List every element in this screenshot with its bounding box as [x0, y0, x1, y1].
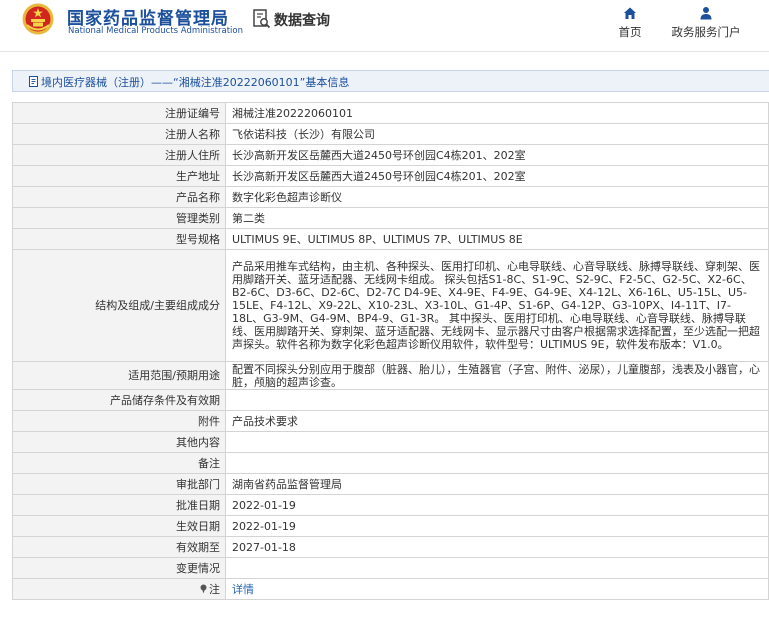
pin-icon	[200, 584, 207, 593]
field-label: 生产地址	[12, 165, 226, 187]
field-label: 管理类别	[12, 207, 226, 229]
field-value	[225, 431, 769, 453]
national-emblem-icon	[22, 3, 54, 35]
field-value: 2022-01-19	[225, 494, 769, 516]
field-label: 变更情况	[12, 557, 226, 579]
nav-home-link[interactable]: 首页	[612, 6, 648, 40]
detail-row: 注册人名称 飞依诺科技（长沙）有限公司	[12, 123, 769, 145]
field-value: 数字化彩色超声诊断仪	[225, 186, 769, 208]
field-label: 注	[209, 582, 220, 596]
field-value: ULTIMUS 9E、ULTIMUS 8P、ULTIMUS 7P、ULTIMUS…	[225, 228, 769, 250]
field-label: 结构及组成/主要组成成分	[12, 249, 226, 362]
detail-row: 生产地址 长沙高新开发区岳麓西大道2450号环创园C4栋201、202室	[12, 165, 769, 187]
field-value: 湖南省药品监督管理局	[225, 473, 769, 495]
field-value	[225, 389, 769, 411]
field-label: 产品储存条件及有效期	[12, 389, 226, 411]
data-query-icon	[253, 9, 271, 29]
detail-row: 注册人住所 长沙高新开发区岳麓西大道2450号环创园C4栋201、202室	[12, 144, 769, 166]
detail-row: 备注	[12, 452, 769, 474]
detail-row: 其他内容	[12, 431, 769, 453]
field-label: 适用范围/预期用途	[12, 361, 226, 390]
nav-home-label: 首页	[618, 25, 642, 39]
data-query-label: 数据查询	[274, 13, 330, 29]
detail-row: 批准日期 2022-01-19	[12, 494, 769, 516]
field-value: 配置不同探头分别应用于腹部（脏器、胎儿），生殖器官（子宫、附件、泌尿），儿童腹部…	[225, 361, 769, 390]
user-icon	[700, 7, 712, 20]
field-label: 有效期至	[12, 536, 226, 558]
field-label: 型号规格	[12, 228, 226, 250]
detail-row: 注册证编号 湘械注准20222060101	[12, 102, 769, 124]
field-label: 注册人住所	[12, 144, 226, 166]
field-label: 产品名称	[12, 186, 226, 208]
field-value: 长沙高新开发区岳麓西大道2450号环创园C4栋201、202室	[225, 144, 769, 166]
detail-row: 适用范围/预期用途 配置不同探头分别应用于腹部（脏器、胎儿），生殖器官（子宫、附…	[12, 361, 769, 390]
field-value: 2022-01-19	[225, 515, 769, 537]
detail-row: 有效期至 2027-01-18	[12, 536, 769, 558]
field-value: 第二类	[225, 207, 769, 229]
field-value: 2027-01-18	[225, 536, 769, 558]
field-value	[225, 452, 769, 474]
breadcrumb-text: 境内医疗器械（注册）——“湘械注准20222060101”基本信息	[41, 76, 350, 89]
breadcrumb: 境内医疗器械（注册）——“湘械注准20222060101”基本信息	[12, 70, 769, 92]
detail-row: 产品名称 数字化彩色超声诊断仪	[12, 186, 769, 208]
field-label: 批准日期	[12, 494, 226, 516]
detail-row: 注 详情	[12, 578, 769, 600]
site-header: 国家药品监督管理局 National Medical Products Admi…	[0, 0, 769, 52]
field-value: 产品技术要求	[225, 410, 769, 432]
detail-row: 变更情况	[12, 557, 769, 579]
detail-row: 管理类别 第二类	[12, 207, 769, 229]
field-value: 产品采用推车式结构，由主机、各种探头、医用打印机、心电导联线、心音导联线、脉搏导…	[225, 249, 769, 362]
field-label: 生效日期	[12, 515, 226, 537]
detail-row: 型号规格 ULTIMUS 9E、ULTIMUS 8P、ULTIMUS 7P、UL…	[12, 228, 769, 250]
field-label: 注册人名称	[12, 123, 226, 145]
detail-row: 结构及组成/主要组成成分 产品采用推车式结构，由主机、各种探头、医用打印机、心电…	[12, 249, 769, 362]
field-value: 长沙高新开发区岳麓西大道2450号环创园C4栋201、202室	[225, 165, 769, 187]
detail-row: 附件 产品技术要求	[12, 410, 769, 432]
field-label: 注册证编号	[12, 102, 226, 124]
field-value	[225, 557, 769, 579]
field-label: 审批部门	[12, 473, 226, 495]
detail-row: 产品储存条件及有效期	[12, 389, 769, 411]
field-value-cell: 详情	[225, 578, 769, 600]
registration-detail-table: 注册证编号 湘械注准20222060101 注册人名称 飞依诺科技（长沙）有限公…	[12, 102, 769, 600]
home-icon	[624, 7, 636, 19]
nav-service-portal-label: 政务服务门户	[671, 25, 741, 39]
details-link[interactable]: 详情	[232, 583, 254, 596]
note-label-cell: 注	[12, 578, 226, 600]
detail-row: 生效日期 2022-01-19	[12, 515, 769, 537]
site-title-english: National Medical Products Administration	[68, 26, 243, 36]
field-value: 飞依诺科技（长沙）有限公司	[225, 123, 769, 145]
nav-service-portal-link[interactable]: 政务服务门户	[666, 6, 746, 40]
detail-row: 审批部门 湖南省药品监督管理局	[12, 473, 769, 495]
field-label: 附件	[12, 410, 226, 432]
field-label: 其他内容	[12, 431, 226, 453]
field-value: 湘械注准20222060101	[225, 102, 769, 124]
document-icon	[29, 76, 38, 87]
field-label: 备注	[12, 452, 226, 474]
